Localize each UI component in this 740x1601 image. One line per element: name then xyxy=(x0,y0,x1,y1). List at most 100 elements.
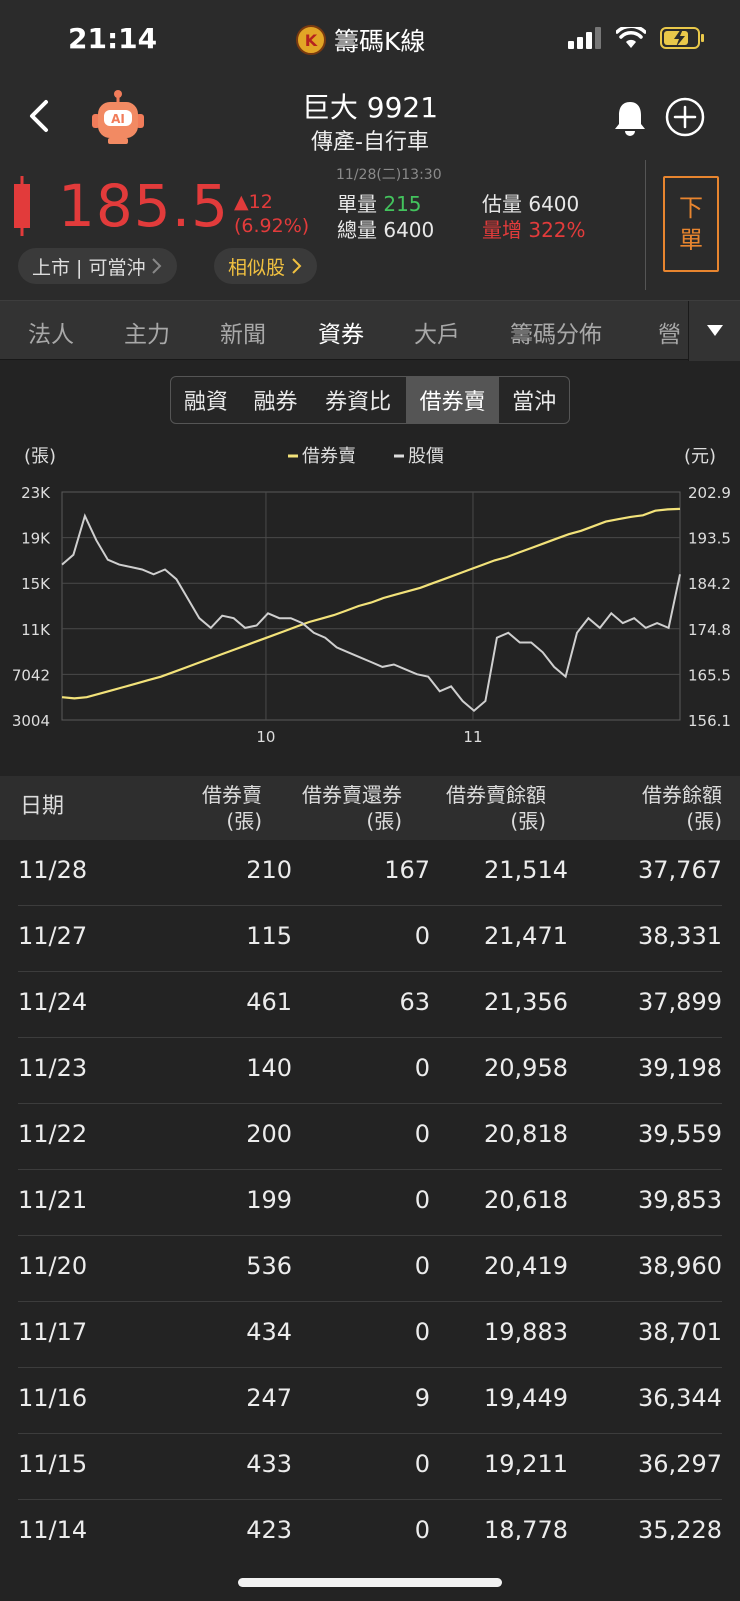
col-short-return[interactable]: 借券賣還券 (張) xyxy=(302,782,402,834)
status-time: 21:14 xyxy=(68,22,158,55)
right-tick-label: 202.9 xyxy=(688,484,731,502)
stock-price: 185.5 xyxy=(58,172,230,240)
home-indicator[interactable] xyxy=(238,1578,502,1587)
left-tick-label: 7042 xyxy=(12,666,50,684)
left-axis-ticks: 23K 19K 15K 11K 7042 3004 xyxy=(12,484,51,730)
cell-short-sell: 199 xyxy=(246,1186,292,1214)
tab-chip-distribution[interactable]: 籌碼分佈 xyxy=(510,315,602,349)
cell-date: 11/14 xyxy=(18,1516,88,1540)
cell-date: 11/17 xyxy=(18,1318,88,1346)
segment-borrowed-short-sell[interactable]: 借券賣 xyxy=(405,377,500,423)
chevron-right-icon xyxy=(292,258,302,274)
table-row: 11/14 423 0 18,778 35,228 xyxy=(18,1500,722,1540)
chevron-right-icon xyxy=(152,258,162,274)
estimated-volume: 估量 6400 xyxy=(482,188,579,217)
market-tag[interactable]: 上市 | 可當沖 xyxy=(18,248,178,284)
cell-short-sell: 140 xyxy=(246,1054,292,1082)
cell-borrow-balance: 36,297 xyxy=(638,1450,722,1478)
cell-date: 11/24 xyxy=(18,988,88,1016)
total-volume: 總量 6400 xyxy=(337,214,434,243)
col-date[interactable]: 日期 xyxy=(20,794,64,820)
cell-short-balance: 19,883 xyxy=(484,1318,568,1346)
chart-legend: 借券賣 股價 xyxy=(288,446,444,467)
table-row: 11/24 461 63 21,356 37,899 xyxy=(18,972,722,1038)
cell-short-balance: 21,356 xyxy=(484,988,568,1016)
add-watchlist-icon[interactable] xyxy=(664,96,706,138)
cell-short-sell: 423 xyxy=(246,1516,292,1540)
cell-date: 11/28 xyxy=(18,856,88,884)
tab-large-holders[interactable]: 大戶 xyxy=(414,315,460,349)
x-tick-label: 11 xyxy=(463,728,482,746)
segment-short-sell[interactable]: 融券 xyxy=(241,377,311,423)
table-header: 日期 借券賣 (張) 借券賣還券 (張) 借券賣餘額 (張) 借券餘額 (張) xyxy=(0,776,740,840)
cell-short-sell: 115 xyxy=(246,922,292,950)
left-axis-unit: (張) xyxy=(24,446,56,467)
place-order-button[interactable]: 下 單 xyxy=(663,176,719,272)
cell-borrow-balance: 37,767 xyxy=(638,856,722,884)
app-name: 籌碼K線 xyxy=(334,27,426,56)
cell-date: 11/16 xyxy=(18,1384,88,1412)
cell-short-sell: 433 xyxy=(246,1450,292,1478)
cell-date: 11/20 xyxy=(18,1252,88,1280)
cell-short-sell: 210 xyxy=(246,856,292,884)
x-axis-ticks: 10 11 xyxy=(256,728,482,746)
tab-institutional[interactable]: 法人 xyxy=(28,315,74,349)
tab-news[interactable]: 新聞 xyxy=(220,315,266,349)
col-short-balance[interactable]: 借券賣餘額 (張) xyxy=(446,782,546,834)
battery-icon xyxy=(660,27,704,49)
tab-major[interactable]: 主力 xyxy=(124,315,170,349)
table-row: 11/27 115 0 21,471 38,331 xyxy=(18,906,722,972)
single-volume-label: 單量 xyxy=(337,192,377,216)
estimated-volume-label: 估量 xyxy=(482,192,522,216)
cell-borrow-balance: 35,228 xyxy=(638,1516,722,1540)
left-tick-label: 19K xyxy=(21,530,51,548)
cell-short-sell: 434 xyxy=(246,1318,292,1346)
cell-short-return: 0 xyxy=(414,922,430,950)
segment-day-trade[interactable]: 當沖 xyxy=(499,377,569,423)
similar-stocks-tag[interactable]: 相似股 xyxy=(214,248,318,284)
left-tick-label: 23K xyxy=(21,484,51,502)
chart-grid xyxy=(61,491,681,721)
segment-short-margin-ratio[interactable]: 券資比 xyxy=(310,377,406,423)
cell-short-balance: 20,958 xyxy=(484,1054,568,1082)
order-button-line2: 單 xyxy=(679,226,703,254)
table-row: 11/17 434 0 19,883 38,701 xyxy=(18,1302,722,1368)
cell-short-sell: 247 xyxy=(246,1384,292,1412)
right-tick-label: 165.5 xyxy=(688,666,731,684)
table-body[interactable]: 11/28 210 167 21,514 37,767 11/27 115 0 … xyxy=(0,840,740,1540)
wifi-icon xyxy=(616,27,646,48)
cell-short-balance: 20,618 xyxy=(484,1186,568,1214)
col-short-sell[interactable]: 借券賣 (張) xyxy=(202,782,262,834)
tab-margin[interactable]: 資券 xyxy=(318,315,364,349)
right-tick-label: 184.2 xyxy=(688,575,731,593)
cell-short-return: 9 xyxy=(414,1384,430,1412)
x-tick-label: 10 xyxy=(256,728,275,746)
legend-short-sell: 借券賣 xyxy=(302,446,356,467)
col-borrow-balance-unit: (張) xyxy=(686,809,722,833)
cell-short-return: 167 xyxy=(384,856,430,884)
cell-short-return: 0 xyxy=(414,1186,430,1214)
left-tick-label: 11K xyxy=(21,621,51,639)
cell-short-return: 0 xyxy=(414,1054,430,1082)
table-row: 11/22 200 0 20,818 39,559 xyxy=(18,1104,722,1170)
tab-revenue[interactable]: 營 xyxy=(658,315,681,349)
tabs-more-button[interactable] xyxy=(688,301,740,361)
cell-borrow-balance: 38,701 xyxy=(638,1318,722,1346)
estimated-volume-value: 6400 xyxy=(528,192,580,216)
bell-icon[interactable] xyxy=(610,98,650,138)
price-change-percent: (6.92%) xyxy=(234,215,310,237)
segment-margin-buy[interactable]: 融資 xyxy=(171,377,241,423)
header-divider xyxy=(645,160,646,290)
plot-frame xyxy=(61,491,681,721)
series-line-price xyxy=(61,513,681,713)
left-tick-label: 3004 xyxy=(12,712,50,730)
right-tick-label: 156.1 xyxy=(688,712,731,730)
order-button-line1: 下 xyxy=(679,194,703,222)
quote-timestamp: 11/28(二)13:30 xyxy=(336,167,442,183)
cell-date: 11/27 xyxy=(18,922,88,950)
cell-date: 11/22 xyxy=(18,1120,88,1148)
col-borrow-balance[interactable]: 借券餘額 (張) xyxy=(642,782,722,834)
app-title: K 籌碼K線 xyxy=(296,22,425,58)
cell-borrow-balance: 39,853 xyxy=(638,1186,722,1214)
cell-short-balance: 21,514 xyxy=(484,856,568,884)
